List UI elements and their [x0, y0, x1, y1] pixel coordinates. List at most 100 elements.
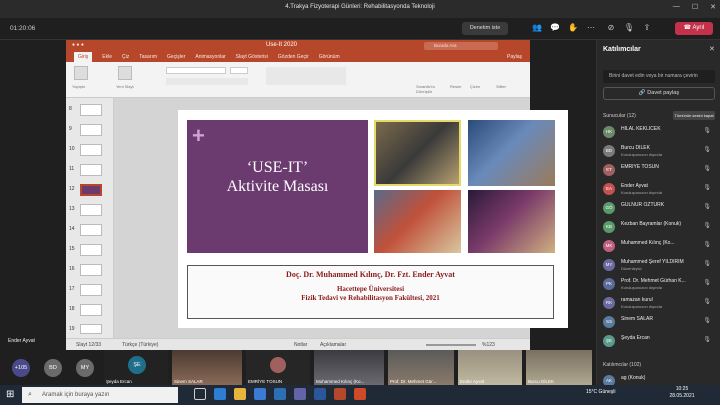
- zoom-slider[interactable]: [426, 344, 476, 346]
- microphone-icon[interactable]: 🎙: [622, 23, 636, 32]
- tab-insert[interactable]: Ekle: [102, 52, 112, 62]
- store-icon[interactable]: [254, 388, 266, 400]
- tab-animations[interactable]: Animasyonlar: [195, 52, 225, 62]
- slide-thumbnail[interactable]: [80, 144, 102, 156]
- new-slide-icon[interactable]: [118, 66, 132, 80]
- muted-microphone-icon[interactable]: 🎙: [703, 241, 711, 248]
- video-tile[interactable]: Prof. Dr. Mehmet Gür...: [388, 350, 454, 385]
- participant-row[interactable]: GÖ GÜLNUR ÖZTÜRK 🎙: [603, 201, 717, 217]
- participant-row[interactable]: HK HİLAL KEKLİCEK 🎙: [603, 125, 717, 141]
- weather-tray[interactable]: 15°C Güneşli: [586, 389, 616, 395]
- muted-microphone-icon[interactable]: 🎙: [703, 127, 711, 134]
- video-tile[interactable]: Muhammed Kılınç (Ko...: [314, 350, 384, 385]
- font-name-select[interactable]: [166, 67, 226, 74]
- participant-row[interactable]: ET EMRİYE TOSUN 🎙: [603, 163, 717, 179]
- powerpoint-icon[interactable]: [334, 388, 346, 400]
- slide-thumbnail[interactable]: [80, 284, 102, 296]
- mute-all-button[interactable]: Tümünün sesini kapat: [673, 111, 715, 120]
- more-icon[interactable]: ⋯: [584, 23, 598, 32]
- participant-row[interactable]: PK Prof. Dr. Mehmet Gürhan K... Kuruluşunu…: [603, 277, 717, 293]
- muted-microphone-icon[interactable]: 🎙: [703, 165, 711, 172]
- muted-microphone-icon[interactable]: 🎙: [703, 203, 711, 210]
- muted-microphone-icon[interactable]: 🎙: [703, 298, 711, 305]
- language-indicator[interactable]: Türkçe (Türkiye): [122, 342, 158, 348]
- participant-bubble[interactable]: MY: [76, 359, 94, 377]
- muted-microphone-icon[interactable]: 🎙: [703, 260, 711, 267]
- participant-row[interactable]: SS Sinem SALAR 🎙: [603, 315, 717, 331]
- paragraph-group[interactable]: [266, 67, 346, 85]
- notes-button[interactable]: Notlar: [294, 342, 307, 348]
- tab-design[interactable]: Tasarım: [139, 52, 157, 62]
- slide-thumbnail[interactable]: [80, 124, 102, 136]
- font-format-row[interactable]: [166, 78, 248, 85]
- mail-icon[interactable]: [274, 388, 286, 400]
- comments-button[interactable]: Açıklamalar: [320, 342, 346, 348]
- participant-row[interactable]: KB Kezban Bayramlar (Konuk) 🎙: [603, 220, 717, 236]
- muted-microphone-icon[interactable]: 🎙: [703, 317, 711, 324]
- slide-thumbnail[interactable]: [80, 164, 102, 176]
- leave-button[interactable]: ☎ Ayrıl: [675, 22, 713, 35]
- tab-draw[interactable]: Çiz: [122, 52, 129, 62]
- participant-row[interactable]: ŞE Şeyda Ercan 🎙: [603, 334, 717, 350]
- slide-thumbnail[interactable]: [80, 224, 102, 236]
- participant-row[interactable]: RK ramazan kurul Kuruluşunuzun dışında 🎙: [603, 296, 717, 312]
- video-tile[interactable]: Ender Ayvat: [458, 350, 522, 385]
- participant-row[interactable]: EA Ender Ayvat Kuruluşunuzun dışında 🎙: [603, 182, 717, 198]
- slide-thumbnail[interactable]: [80, 244, 102, 256]
- tab-review[interactable]: Gözden Geçir: [278, 52, 309, 62]
- taskbar-search-input[interactable]: ⌕ Aramak için buraya yazın: [22, 387, 178, 403]
- word-icon[interactable]: [314, 388, 326, 400]
- muted-microphone-icon[interactable]: 🎙: [703, 279, 711, 286]
- task-view-icon[interactable]: [194, 388, 206, 400]
- tab-home[interactable]: Giriş: [74, 52, 93, 62]
- presenters-header[interactable]: Sunucular (12): [603, 113, 636, 119]
- slide-thumbnail[interactable]: [80, 104, 102, 116]
- share-invite-button[interactable]: 🔗 Davet paylaş: [603, 87, 715, 100]
- muted-microphone-icon[interactable]: 🎙: [703, 146, 711, 153]
- maximize-icon[interactable]: ☐: [692, 3, 698, 11]
- video-tile[interactable]: ŞE Şeyda Ercan: [104, 350, 168, 385]
- slide-thumbnail[interactable]: [80, 204, 102, 216]
- current-slide[interactable]: + ‘USE-IT’ Aktivite Masası Doç. Dr. Muha…: [178, 110, 568, 328]
- participant-row[interactable]: BD Burcu DİLEK Kuruluşunuzun dışında 🎙: [603, 144, 717, 160]
- zoom-level[interactable]: %123: [482, 342, 495, 348]
- close-icon[interactable]: ✕: [710, 3, 716, 11]
- request-control-button[interactable]: Denetim iste: [462, 22, 508, 35]
- slide-thumbnail[interactable]: [80, 324, 102, 334]
- participants-icon[interactable]: 👥: [530, 23, 544, 32]
- paste-icon[interactable]: [74, 66, 88, 80]
- minimize-icon[interactable]: —: [673, 3, 680, 11]
- windows-start-icon[interactable]: ⊞: [6, 389, 14, 400]
- app-icon[interactable]: [354, 388, 366, 400]
- ppt-share-button[interactable]: Paylaş: [507, 52, 522, 62]
- more-participants-bubble[interactable]: +105: [12, 359, 30, 377]
- tab-view[interactable]: Görünüm: [319, 52, 340, 62]
- participant-row[interactable]: MY Muhammed Şeref YILDIRIM Düzenleyici 🎙: [603, 258, 717, 274]
- system-clock[interactable]: 10:25 28.05.2021: [662, 386, 702, 400]
- raise-hand-icon[interactable]: ✋: [566, 23, 580, 32]
- font-size-select[interactable]: [230, 67, 248, 74]
- attendees-header[interactable]: Katılımcılar (102): [603, 362, 641, 368]
- video-tile[interactable]: Sinem SALAR: [172, 350, 242, 385]
- tab-slideshow[interactable]: Slayt Gösterisi: [236, 52, 268, 62]
- participant-bubble[interactable]: BD: [44, 359, 62, 377]
- video-tile[interactable]: EMRİYE TOSUN: [246, 350, 310, 385]
- slide-thumbnail[interactable]: [80, 304, 102, 316]
- share-screen-icon[interactable]: ⇪: [640, 23, 654, 32]
- invite-search-input[interactable]: Birini davet edin veya bir numara çeviri…: [603, 70, 715, 83]
- camera-icon[interactable]: ⊘: [604, 23, 618, 32]
- muted-microphone-icon[interactable]: 🎙: [703, 222, 711, 229]
- ppt-search-input[interactable]: Burada Ara: [424, 42, 498, 50]
- tab-transitions[interactable]: Geçişler: [167, 52, 185, 62]
- chat-icon[interactable]: 💬: [548, 23, 562, 32]
- slide-thumbnail-selected[interactable]: [80, 184, 102, 196]
- participant-row[interactable]: MK Muhammed Kılınç (Ko... 🎙: [603, 239, 717, 255]
- close-icon[interactable]: ✕: [709, 45, 715, 53]
- teams-icon[interactable]: [294, 388, 306, 400]
- video-tile[interactable]: Burcu DİLEK: [526, 350, 592, 385]
- muted-microphone-icon[interactable]: 🎙: [703, 184, 711, 191]
- muted-microphone-icon[interactable]: 🎙: [703, 336, 711, 343]
- file-explorer-icon[interactable]: [234, 388, 246, 400]
- slide-thumbnail[interactable]: [80, 264, 102, 276]
- edge-icon[interactable]: [214, 388, 226, 400]
